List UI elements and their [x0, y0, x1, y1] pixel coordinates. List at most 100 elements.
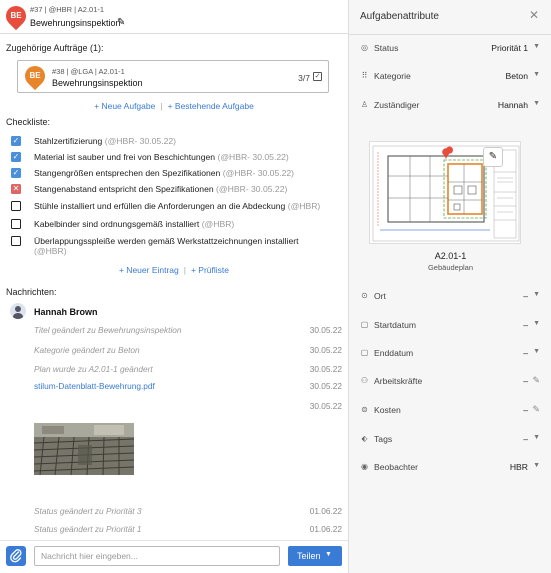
- chevron-down-icon[interactable]: ▼: [533, 348, 540, 355]
- checkbox[interactable]: ✓: [11, 136, 21, 146]
- checklist-item-text: Stangenabstand entspricht den Spezifikat…: [34, 184, 287, 194]
- chevron-down-icon: ▼: [325, 551, 332, 558]
- panel-title: Aufgabenattribute: [360, 11, 439, 22]
- checkbox[interactable]: [11, 201, 21, 211]
- chevron-down-icon[interactable]: ▼: [533, 320, 540, 327]
- attribute-value: –: [523, 348, 528, 358]
- checklist-item-meta: (@HBR- 30.05.22): [217, 152, 289, 162]
- people-icon: ⚇: [360, 376, 369, 385]
- pencil-icon[interactable]: ✎: [532, 404, 540, 415]
- pencil-icon[interactable]: ✎: [117, 17, 125, 28]
- attribute-label: Startdatum: [374, 320, 417, 330]
- existing-task-link[interactable]: + Bestehende Aufgabe: [168, 101, 254, 111]
- plan-name: A2.01-1: [434, 251, 467, 261]
- attribute-row-kosten[interactable]: ⊜ Kosten – ✎: [360, 403, 541, 417]
- attribute-row-enddatum[interactable]: ▢ Enddatum – ▼: [360, 346, 541, 360]
- message-text: Plan wurde zu A2.01-1 geändert: [34, 364, 153, 374]
- message-entry: Titel geändert zu Bewehrungsinspektion 30…: [34, 325, 342, 337]
- chevron-down-icon[interactable]: ▼: [533, 71, 540, 78]
- new-task-link[interactable]: + Neue Aufgabe: [94, 101, 155, 111]
- add-checklist-link[interactable]: + Prüfliste: [191, 265, 229, 275]
- attached-photo[interactable]: [34, 423, 134, 475]
- edit-plan-button[interactable]: ✎: [483, 147, 503, 167]
- attribute-row-beobachter[interactable]: ◉ Beobachter HBR ▼: [360, 460, 541, 474]
- divider: [349, 34, 551, 35]
- message-input[interactable]: [34, 546, 280, 566]
- message-entry: Status geändert zu Priorität 1 01.06.22: [34, 524, 342, 536]
- message-entry: 30.05.22: [34, 401, 342, 413]
- paperclip-icon: [10, 549, 22, 563]
- checklist-item-label: Stahlzertifizierung: [34, 136, 103, 146]
- attribute-label: Beobachter: [374, 462, 418, 472]
- location-icon: ⊙: [361, 291, 368, 300]
- checklist-item-meta: (@HBR- 30.05.22): [216, 184, 288, 194]
- checkbox[interactable]: [11, 219, 21, 229]
- related-task-meta: #38 | @LGA | A2.01-1: [52, 67, 125, 76]
- attribute-row-ort[interactable]: ⊙ Ort – ▼: [360, 289, 541, 303]
- message-date: 30.05.22: [309, 401, 342, 411]
- checkbox[interactable]: ✓: [11, 152, 21, 162]
- message-date: 01.06.22: [309, 506, 342, 516]
- checklist-item-meta: (@HBR): [201, 219, 235, 229]
- message-entry: Plan wurde zu A2.01-1 geändert 30.05.22: [34, 364, 342, 376]
- attribute-value: Beton: [505, 71, 528, 81]
- message-composer: Teilen ▼: [0, 540, 348, 573]
- message-text: Status geändert zu Priorität 1: [34, 524, 142, 534]
- attribute-value: Hannah: [497, 100, 528, 110]
- attribute-label: Arbeitskräfte: [374, 376, 423, 386]
- chevron-down-icon[interactable]: ▼: [533, 100, 540, 107]
- checklist-label: Checkliste:: [6, 117, 51, 127]
- calendar-icon: ▢: [360, 348, 369, 357]
- attribute-value: –: [523, 405, 528, 415]
- attribute-row-startdatum[interactable]: ▢ Startdatum – ▼: [360, 318, 541, 332]
- calendar-icon: ▢: [360, 320, 369, 329]
- link-separator: |: [160, 101, 163, 111]
- file-attachment-link[interactable]: stilum-Datenblatt-Bewehrung.pdf: [34, 381, 155, 391]
- attribute-label: Zuständiger: [374, 100, 420, 110]
- related-task-badge: BE: [20, 61, 50, 91]
- attribute-row-status[interactable]: ◎ Status Priorität 1 ▼: [360, 41, 541, 55]
- message-date: 30.05.22: [309, 325, 342, 335]
- tag-icon: ⬖: [361, 434, 368, 443]
- task-badge: BE: [1, 1, 31, 31]
- attribute-row-kategorie[interactable]: ⠿ Kategorie Beton ▼: [360, 69, 541, 83]
- checkbox[interactable]: [11, 236, 21, 246]
- checklist-actions: + Neuer Eintrag | + Prüfliste: [0, 265, 348, 275]
- avatar: [10, 303, 26, 319]
- task-title[interactable]: Bewehrungsinspektion: [30, 18, 121, 28]
- chevron-down-icon[interactable]: ▼: [533, 434, 540, 441]
- attribute-row-arbeitskr-fte[interactable]: ⚇ Arbeitskräfte – ✎: [360, 374, 541, 388]
- attribute-value: HBR: [509, 462, 528, 472]
- attribute-row-zust-ndiger[interactable]: ♙ Zuständiger Hannah ▼: [360, 98, 541, 112]
- attribute-label: Ort: [374, 291, 386, 301]
- attribute-row-tags[interactable]: ⬖ Tags – ▼: [360, 432, 541, 446]
- checkbox-failed[interactable]: ✕: [11, 184, 21, 194]
- related-task-title: Bewehrungsinspektion: [52, 78, 143, 88]
- checkbox[interactable]: ✓: [11, 168, 21, 178]
- checklist-item-label: Kabelbinder sind ordnungsgemäß installie…: [34, 219, 200, 229]
- close-icon[interactable]: ✕: [529, 8, 539, 22]
- task-detail-pane: BE #37 | @HBR | A2.01-1 Bewehrungsinspek…: [0, 0, 348, 573]
- chevron-down-icon[interactable]: ▼: [533, 43, 540, 50]
- attribute-value: –: [523, 320, 528, 330]
- checklist-item-label: Material ist sauber und frei von Beschic…: [34, 152, 216, 162]
- attribute-label: Kosten: [374, 405, 401, 415]
- message-author: Hannah Brown: [34, 307, 98, 317]
- pencil-icon[interactable]: ✎: [532, 375, 540, 386]
- share-button[interactable]: Teilen ▼: [288, 546, 342, 566]
- checkbox-icon: ✓: [313, 72, 322, 81]
- related-task-card[interactable]: BE #38 | @LGA | A2.01-1 Bewehrungsinspek…: [17, 60, 329, 93]
- attach-button[interactable]: [6, 546, 26, 566]
- attribute-label: Tags: [374, 434, 393, 444]
- attribute-label: Status: [374, 43, 399, 53]
- checklist-item-label: Stangengrößen entsprechen den Spezifikat…: [34, 168, 221, 178]
- checklist-item-label: Überlappungsspleiße werden gemäß Werksta…: [34, 236, 299, 246]
- chevron-down-icon[interactable]: ▼: [533, 291, 540, 298]
- chevron-down-icon[interactable]: ▼: [533, 462, 540, 469]
- messages-label: Nachrichten:: [6, 287, 57, 297]
- checklist-item-label: Stühle installiert und erfüllen die Anfo…: [34, 201, 286, 211]
- checklist-item-text: Überlappungsspleiße werden gemäß Werksta…: [34, 236, 298, 256]
- message-date: 30.05.22: [309, 364, 342, 374]
- new-entry-link[interactable]: + Neuer Eintrag: [119, 265, 179, 275]
- task-attributes-panel: Aufgabenattribute ✕ ◎ Status Priorität 1 ▼ ⠿…: [348, 0, 551, 573]
